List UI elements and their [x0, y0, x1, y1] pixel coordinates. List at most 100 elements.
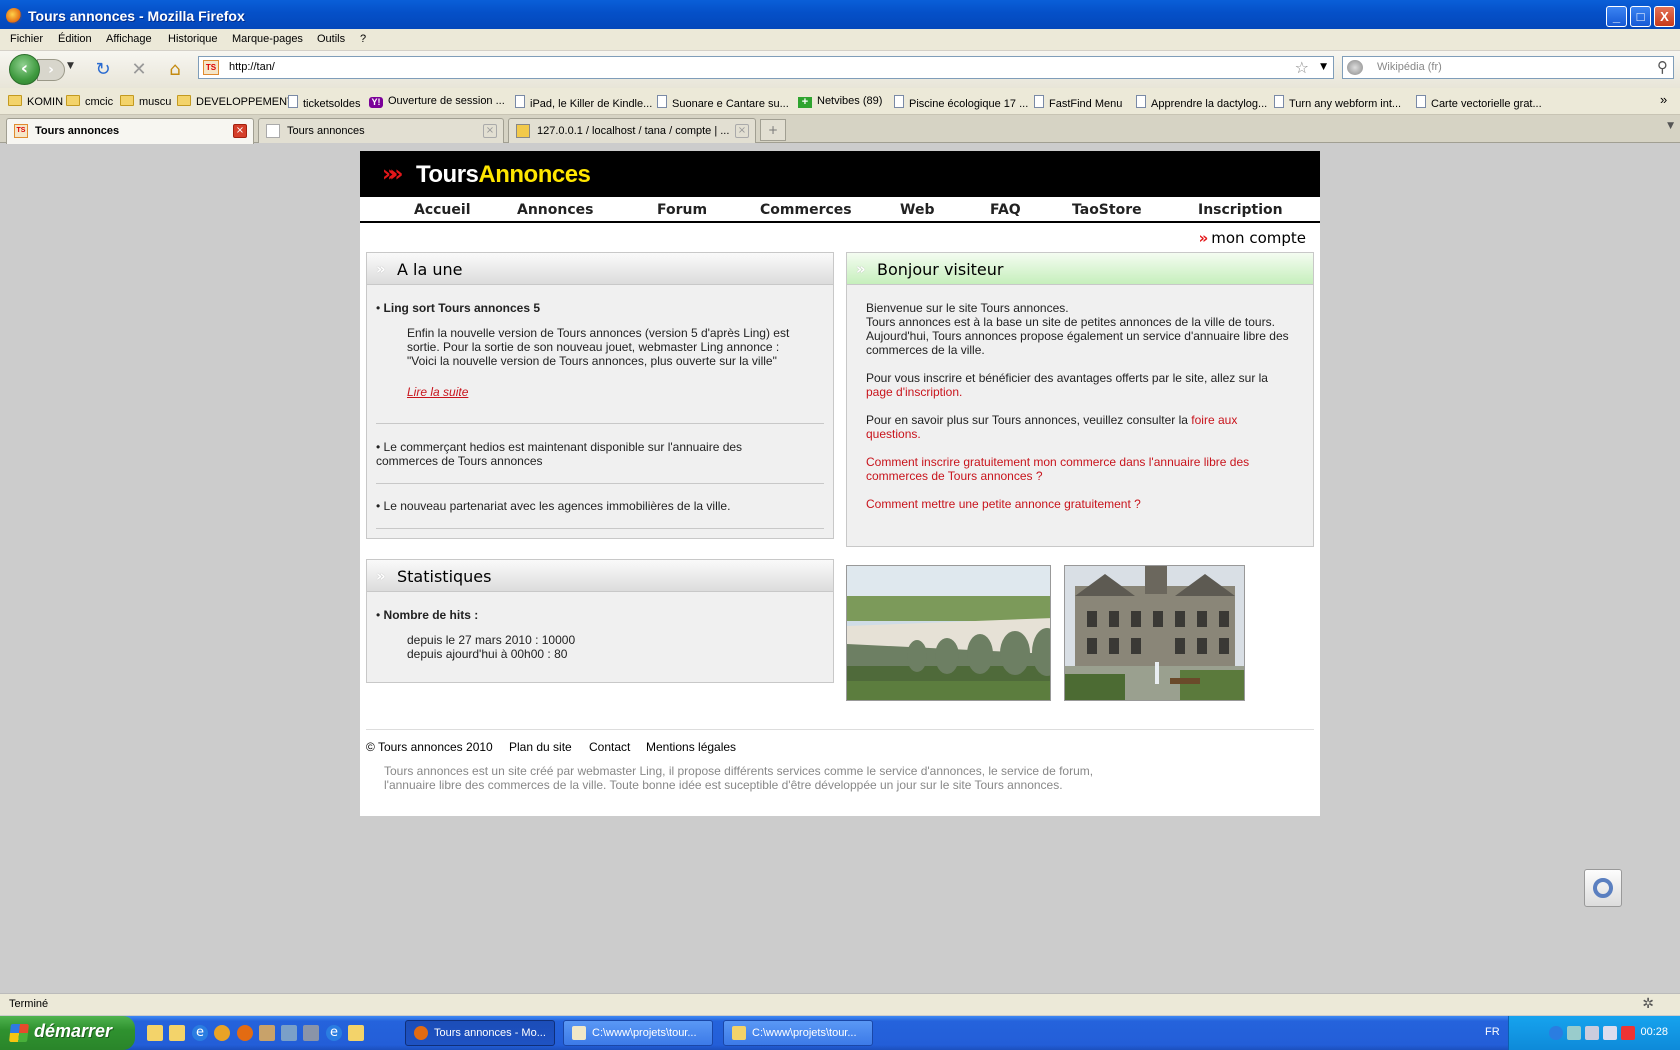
bookmark-suonare[interactable]: Suonare e Cantare su...	[657, 95, 789, 110]
commerce-signup-link[interactable]: Comment inscrire gratuitement mon commer…	[866, 455, 1286, 483]
nav-accueil[interactable]: Accueil	[414, 202, 471, 218]
close-tab-icon[interactable]: ×	[735, 124, 749, 138]
close-tab-icon[interactable]: ×	[483, 124, 497, 138]
quicklaunch-chrome-icon[interactable]	[214, 1025, 230, 1041]
close-button[interactable]: X	[1654, 6, 1675, 27]
history-dropdown-icon[interactable]: ▼	[67, 61, 74, 71]
quicklaunch-folder-icon[interactable]	[147, 1025, 163, 1041]
chevron-icon: »	[856, 260, 865, 278]
free-ad-link[interactable]: Comment mettre une petite annonce gratui…	[866, 497, 1286, 511]
site-logo[interactable]: ToursAnnonces	[416, 161, 591, 189]
tray-media-icon[interactable]	[1603, 1026, 1617, 1040]
search-icon[interactable]: ⚲	[1657, 58, 1668, 76]
tabs-list-icon[interactable]: ▼	[1667, 121, 1674, 131]
bookmark-piscine[interactable]: Piscine écologique 17 ...	[894, 95, 1028, 110]
url-input[interactable]: http://tan/	[229, 61, 275, 73]
nav-inscription[interactable]: Inscription	[1198, 202, 1283, 218]
bookmark-ipad[interactable]: iPad, le Killer de Kindle...	[515, 95, 652, 110]
task-explorer[interactable]: C:\www\projets\tour...	[723, 1020, 873, 1046]
tray-security-icon[interactable]	[1621, 1026, 1635, 1040]
back-icon[interactable]: ‹	[9, 54, 40, 85]
bookmark-carte[interactable]: Carte vectorielle grat...	[1416, 95, 1542, 110]
menu-outils[interactable]: Outils	[317, 33, 345, 45]
tab-phpmyadmin[interactable]: 127.0.0.1 / localhost / tana / compte | …	[508, 118, 756, 143]
inscription-link[interactable]: page d'inscription.	[866, 385, 962, 399]
menu-affichage[interactable]: Affichage	[106, 33, 152, 45]
nav-annonces[interactable]: Annonces	[517, 202, 593, 218]
tray-back-icon[interactable]	[1549, 1026, 1563, 1040]
new-tab-button[interactable]: +	[760, 119, 786, 141]
quicklaunch-users-icon[interactable]	[259, 1025, 275, 1041]
task-firefox[interactable]: Tours annonces - Mo...	[405, 1020, 555, 1046]
quicklaunch-ie-icon[interactable]: e	[192, 1025, 208, 1041]
search-input[interactable]: Wikipédia (fr)	[1377, 61, 1442, 73]
menu-marque-pages[interactable]: Marque-pages	[232, 33, 303, 45]
home-icon[interactable]: ⌂	[164, 59, 186, 81]
stop-icon[interactable]: ✕	[128, 59, 150, 81]
search-bar[interactable]: Wikipédia (fr) ⚲	[1342, 56, 1674, 79]
tab-tours-annonces-2[interactable]: Tours annonces ×	[258, 118, 504, 143]
bridge-photo	[846, 565, 1051, 701]
inscription-text: Pour vous inscrire et bénéficier des ava…	[866, 371, 1268, 399]
bookmark-cmcic[interactable]: cmcic	[66, 95, 113, 108]
news-item-2[interactable]: • Le commerçant hedios est maintenant di…	[376, 440, 796, 468]
bookmark-muscu[interactable]: muscu	[120, 95, 171, 108]
quicklaunch-ie2-icon[interactable]: e	[326, 1025, 342, 1041]
url-bar[interactable]: TS http://tan/ ☆ ▼	[198, 56, 1334, 79]
bookmark-dactylo[interactable]: Apprendre la dactylog...	[1136, 95, 1267, 110]
menu-fichier[interactable]: Fichier	[10, 33, 43, 45]
quicklaunch-folder2-icon[interactable]	[348, 1025, 364, 1041]
separator	[376, 483, 824, 484]
bookmark-webform[interactable]: Turn any webform int...	[1274, 95, 1401, 110]
bookmark-developpement[interactable]: DEVELOPPEMENT	[177, 95, 294, 108]
search-engine-icon[interactable]	[1347, 60, 1363, 75]
footer-link-plan[interactable]: Plan du site	[509, 740, 572, 754]
reload-icon[interactable]: ↻	[92, 59, 114, 81]
menu-historique[interactable]: Historique	[168, 33, 218, 45]
footer-link-contact[interactable]: Contact	[589, 740, 630, 754]
menu-help[interactable]: ?	[360, 33, 366, 45]
news-item-1-body: Enfin la nouvelle version de Tours annon…	[407, 326, 790, 368]
nav-taostore[interactable]: TaoStore	[1072, 202, 1142, 218]
nav-faq[interactable]: FAQ	[990, 202, 1021, 218]
tray-network-icon[interactable]	[1567, 1026, 1581, 1040]
system-tray: FR 00:28	[1485, 1016, 1680, 1050]
addon-icon[interactable]: ✲	[1642, 996, 1654, 1012]
nav-forum[interactable]: Forum	[657, 202, 707, 218]
folder-icon	[8, 95, 22, 106]
site-navigation: Accueil Annonces Forum Commerces Web FAQ…	[360, 197, 1320, 223]
bookmarks-overflow-button[interactable]: »	[1660, 92, 1667, 107]
tab-tours-annonces-1[interactable]: TS Tours annonces ×	[6, 118, 254, 144]
close-tab-icon[interactable]: ×	[233, 124, 247, 138]
language-indicator[interactable]: FR	[1485, 1026, 1500, 1038]
forward-icon[interactable]: ›	[37, 59, 65, 81]
quicklaunch-app-icon[interactable]	[303, 1025, 319, 1041]
menu-edition[interactable]: Édition	[58, 33, 92, 45]
footer-divider	[366, 729, 1314, 730]
read-more-link[interactable]: Lire la suite	[407, 385, 468, 399]
maximize-button[interactable]: □	[1630, 6, 1651, 27]
bookmark-ticketsoldes[interactable]: ticketsoldes	[288, 95, 360, 110]
bonjour-visiteur-box: » Bonjour visiteur Bienvenue sur le site…	[846, 252, 1314, 547]
quicklaunch-firefox-icon[interactable]	[237, 1025, 253, 1041]
footer-link-mentions[interactable]: Mentions légales	[646, 740, 736, 754]
minimize-button[interactable]: _	[1606, 6, 1627, 27]
bookmark-komin[interactable]: KOMIN	[8, 95, 63, 108]
bookmark-netvibes[interactable]: + Netvibes (89)	[798, 95, 882, 108]
news-item-3[interactable]: • Le nouveau partenariat avec les agence…	[376, 499, 816, 513]
quicklaunch-explorer-icon[interactable]	[169, 1025, 185, 1041]
star-icon[interactable]: ☆	[1295, 58, 1309, 77]
url-dropdown-icon[interactable]: ▼	[1320, 62, 1327, 72]
bookmark-fastfind[interactable]: FastFind Menu	[1034, 95, 1122, 110]
a-la-une-header: » A la une	[367, 253, 833, 285]
quicklaunch-tools-icon[interactable]	[281, 1025, 297, 1041]
tray-app-icon[interactable]	[1585, 1026, 1599, 1040]
start-button[interactable]: démarrer	[0, 1016, 135, 1050]
bookmark-ouverture-session[interactable]: Y! Ouverture de session ...	[369, 95, 505, 108]
task-editor[interactable]: C:\www\projets\tour...	[563, 1020, 713, 1046]
nav-commerces[interactable]: Commerces	[760, 202, 852, 218]
mon-compte-link[interactable]: » mon compte	[1199, 229, 1306, 247]
floating-widget-icon[interactable]	[1584, 869, 1622, 907]
nav-web[interactable]: Web	[900, 202, 934, 218]
town-hall-photo	[1064, 565, 1245, 701]
